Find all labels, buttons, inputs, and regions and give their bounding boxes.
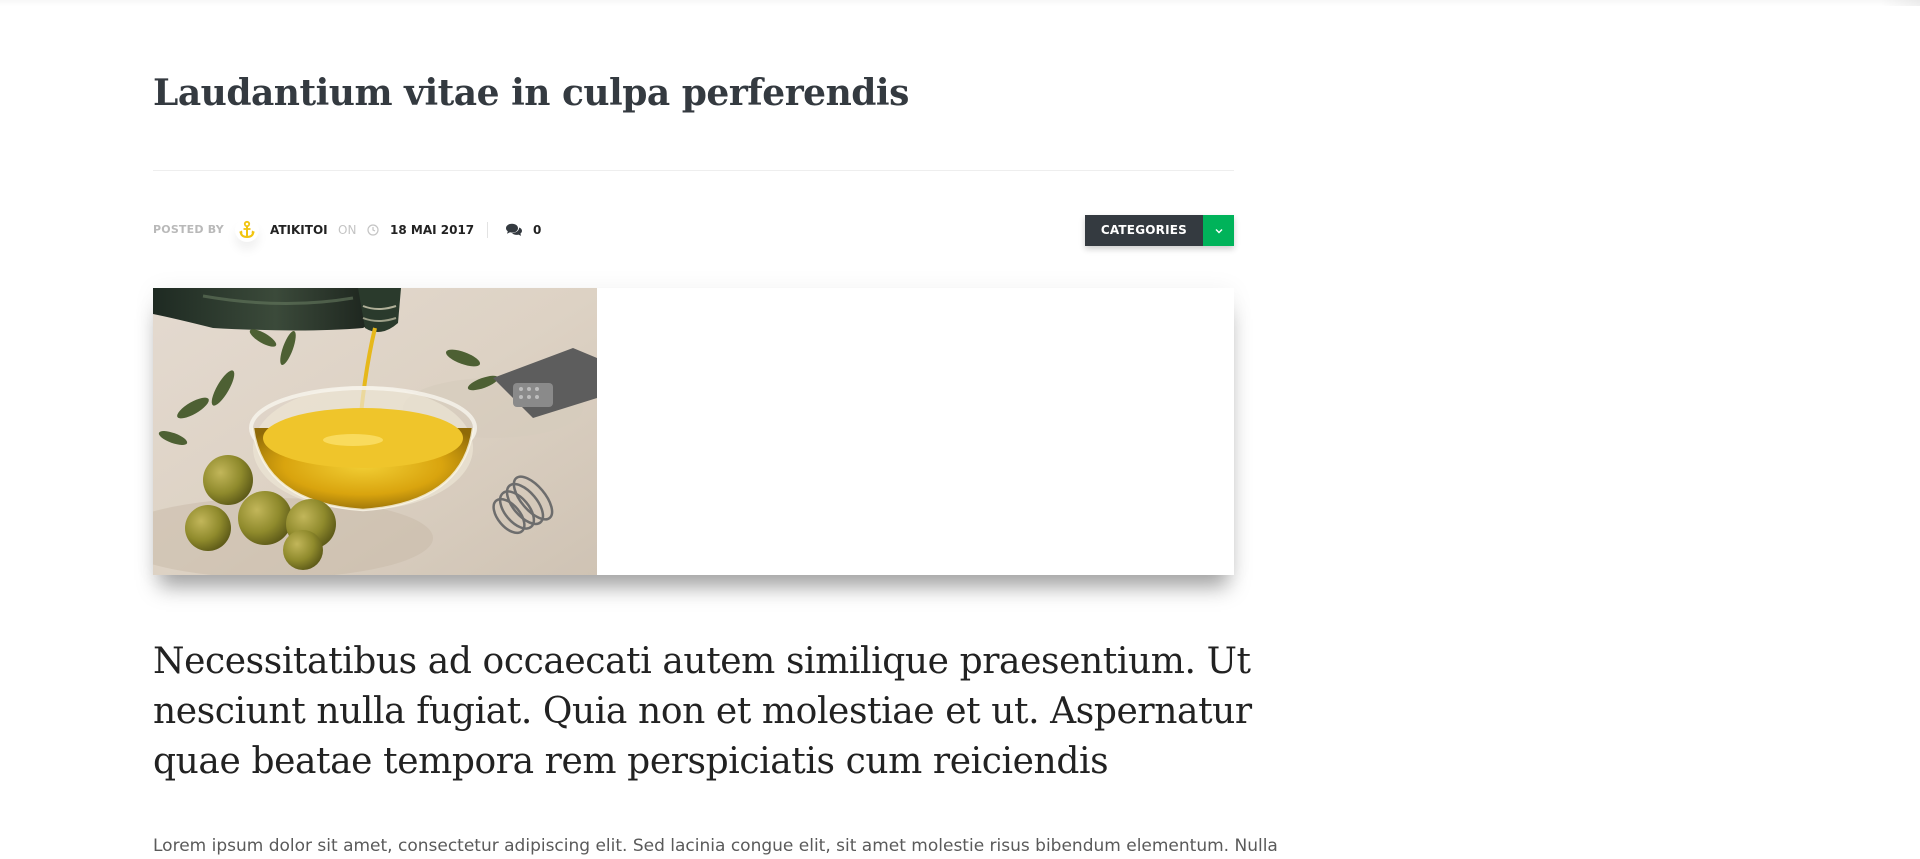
top-bar-shadow [0,0,1920,6]
categories-button[interactable]: CATEGORIES [1084,215,1203,246]
top-corner-shadow [1880,0,1920,6]
author-avatar[interactable] [235,218,259,242]
comments-icon[interactable] [505,223,523,237]
meta-separator [487,222,488,238]
author-link[interactable]: ATIKITOI [270,220,328,240]
comment-count[interactable]: 0 [533,220,541,240]
categories-dropdown[interactable]: CATEGORIES [1084,215,1234,246]
posted-by-label: POSTED BY [153,223,224,236]
post-body: Lorem ipsum dolor sit amet, consectetur … [153,836,1278,856]
olive-oil-photo [153,288,597,575]
anchor-icon [239,220,255,239]
featured-media [153,288,1234,575]
chevron-down-icon [1215,228,1222,233]
featured-image[interactable] [153,288,597,575]
on-label: ON [338,223,357,237]
categories-toggle[interactable] [1203,215,1234,246]
post-meta: POSTED BY ATIKITOI ON 18 MAI 2017 0 CATE… [153,215,1234,246]
post-lead: Necessitatibus ad occaecati autem simili… [153,641,1252,782]
post-date[interactable]: 18 MAI 2017 [390,220,474,240]
post-title: Laudantium vitae in culpa perferendis [153,72,909,114]
clock-icon [367,224,379,236]
title-divider [153,170,1234,171]
